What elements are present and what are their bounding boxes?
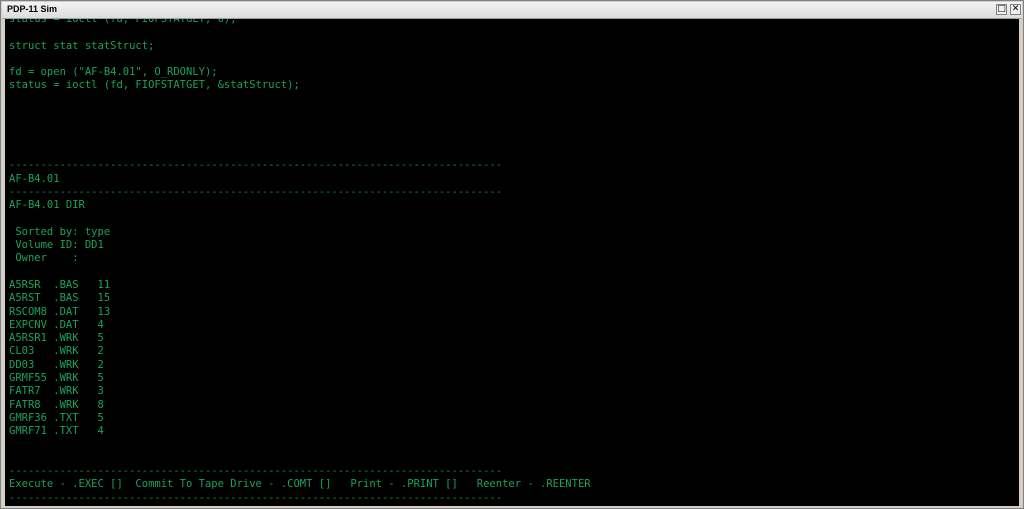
title-bar[interactable]: PDP-11 Sim □ ✕ [2, 2, 1022, 19]
terminal-line: ----------------------------------------… [9, 185, 503, 198]
terminal-line: RSCOM8 .DAT 13 [9, 305, 111, 318]
terminal-line: Volume ID: DD1 [9, 239, 104, 252]
close-icon[interactable]: ✕ [1010, 4, 1021, 15]
window-title: PDP-11 Sim [7, 4, 58, 14]
sim-window: PDP-11 Sim □ ✕ status = ioctl (fd, FIOFS… [0, 0, 1024, 509]
terminal-line: FATR7 .WRK 3 [9, 385, 104, 398]
terminal-line: CL03 .WRK 2 [9, 345, 104, 358]
terminal-line: EXPCNV .DAT 4 [9, 318, 104, 331]
terminal-line: ----------------------------------------… [9, 491, 503, 504]
terminal-line: fd = open ("AF-B4.01", O_RDONLY); [9, 66, 218, 79]
terminal-line: GRMF55 .WRK 5 [9, 372, 104, 385]
terminal-line: GMRF36 .TXT 5 [9, 411, 104, 424]
terminal-line: status = ioctl (fd, FIOFSTATGET, 0); [9, 19, 237, 25]
terminal-line: AF-B4.01 [9, 172, 60, 185]
maximize-icon[interactable]: □ [996, 4, 1007, 15]
terminal-line: status = ioctl (fd, FIOFSTATGET, &statSt… [9, 79, 300, 92]
terminal-line: ----------------------------------------… [9, 159, 503, 172]
terminal-line: A5RSR .BAS 11 [9, 278, 111, 291]
terminal-line: A5RST .BAS 15 [9, 292, 111, 305]
terminal-screen[interactable]: status = ioctl (fd, FIOFSTATGET, 0); stru… [5, 19, 1019, 506]
terminal-line: Owner : [9, 252, 79, 265]
scrollbar[interactable] [1020, 19, 1023, 506]
terminal-line: A5RSR1 .WRK 5 [9, 332, 104, 345]
terminal-line: ----------------------------------------… [9, 465, 503, 478]
terminal-line: .PRINT RSCOM8 [9, 505, 1019, 506]
terminal-line: struct stat statStruct; [9, 39, 155, 52]
terminal-line: Execute - .EXEC [] Commit To Tape Drive … [9, 478, 591, 491]
terminal-line: GMRF71 .TXT 4 [9, 425, 104, 438]
terminal-line: Sorted by: type [9, 225, 111, 238]
terminal-line: DD03 .WRK 2 [9, 358, 104, 371]
terminal-line: FATR8 .WRK 8 [9, 398, 104, 411]
terminal-output: status = ioctl (fd, FIOFSTATGET, 0); stru… [9, 19, 1019, 506]
terminal-line: AF-B4.01 DIR [9, 199, 85, 212]
